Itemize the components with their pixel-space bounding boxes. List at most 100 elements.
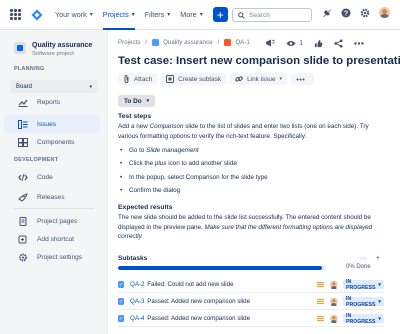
link-issue-label: Link issue — [247, 75, 276, 83]
breadcrumb-issue-key[interactable]: QA-1 — [235, 39, 249, 46]
status-dropdown[interactable]: To Do ▾ — [118, 95, 156, 107]
chevron-down-icon: ▾ — [199, 12, 203, 18]
board-select[interactable]: Board ▾ — [10, 80, 98, 93]
share-icon[interactable] — [334, 38, 343, 48]
subtask-row[interactable]: ✓ QA-2 Failed: Could not add new slide IN P… — [118, 277, 384, 293]
sidebar-item-label: Issues — [37, 120, 57, 128]
watch-button[interactable]: 1 — [286, 40, 303, 47]
test-steps-heading: Test steps — [118, 113, 152, 120]
subtask-icon — [166, 75, 175, 83]
sidebar-item-components[interactable]: Components — [4, 133, 100, 151]
page-icon — [19, 216, 27, 226]
priority-medium-icon — [317, 298, 325, 306]
watch-count: 1 — [299, 39, 303, 47]
issues-icon — [18, 119, 28, 129]
subtask-summary[interactable]: Failed: Could not add new slide — [147, 281, 250, 288]
link-issue-button[interactable]: Link issue ▾ — [230, 73, 288, 85]
search-icon — [238, 11, 245, 19]
nav-projects-label: Projects — [102, 10, 129, 19]
svg-text:?: ? — [344, 10, 348, 17]
project-mini-icon — [152, 39, 160, 46]
eye-icon — [286, 40, 296, 46]
chart-icon — [18, 99, 28, 107]
status-badge[interactable]: IN PROGRESS ▾ — [343, 313, 384, 325]
create-button[interactable]: + — [212, 7, 228, 22]
status-badge-label: IN PROGRESS — [346, 278, 376, 291]
subtask-summary[interactable]: Passed: Added new comparison slide — [147, 315, 250, 322]
sidebar-item-project-pages[interactable]: Project pages — [4, 212, 100, 230]
more-button[interactable] — [291, 73, 315, 85]
user-avatar[interactable] — [379, 7, 390, 18]
ship-icon — [18, 192, 28, 202]
breadcrumb: Projects / Quality assurance / QA-1 — [118, 39, 250, 46]
breadcrumb-project[interactable]: Quality assurance — [163, 39, 213, 46]
help-icon[interactable]: ? — [341, 8, 351, 18]
sidebar-item-reports[interactable]: Reports — [4, 93, 100, 111]
progress-fill — [118, 266, 322, 270]
subtask-type-icon: ✓ — [118, 315, 125, 322]
components-icon — [18, 137, 28, 147]
subtask-key[interactable]: QA-3 — [130, 298, 147, 305]
sidebar-item-add-shortcut[interactable]: Add shortcut — [4, 230, 100, 248]
notifications-icon[interactable] — [322, 8, 332, 18]
more-options-icon[interactable]: ··· — [360, 255, 367, 262]
subtasks-progress-bar — [118, 266, 326, 270]
test-steps-list: Go to Slide management Click the plus ic… — [118, 146, 268, 199]
project-header[interactable]: Quality assurance Software project — [14, 42, 92, 57]
link-icon — [235, 76, 243, 82]
gear-icon — [19, 253, 27, 261]
nav-more-label: More — [180, 10, 197, 19]
sidebar-item-releases[interactable]: Releases — [4, 188, 100, 206]
step-text: Confirm the dialog — [129, 186, 181, 194]
nav-filters[interactable]: Filters ▾ — [145, 0, 171, 30]
subtask-key[interactable]: QA-4 — [130, 315, 147, 322]
breadcrumb-projects[interactable]: Projects — [118, 39, 140, 46]
list-item: Click the plus icon to add another slide — [118, 159, 268, 172]
more-icon — [296, 78, 305, 80]
attach-button[interactable]: Attach — [118, 73, 158, 85]
sidebar-item-issues[interactable]: Issues — [4, 115, 100, 133]
create-subtask-button[interactable]: Create subtask — [161, 73, 227, 85]
project-type: Software project — [32, 51, 74, 57]
add-subtask-icon[interactable]: + — [376, 255, 380, 262]
list-item: Go to Slide management — [118, 146, 268, 159]
step-text: icon to add another slide — [166, 160, 237, 168]
status-label: To Do — [124, 97, 142, 105]
subtask-key[interactable]: QA-2 — [130, 281, 147, 288]
sidebar: Quality assurance Software project PLANN… — [0, 30, 108, 334]
like-icon[interactable] — [314, 39, 323, 48]
subtask-summary[interactable]: Passed: Added new comparison slide — [147, 298, 250, 305]
search-input[interactable]: Search — [232, 8, 312, 22]
issue-actions: 1 — [265, 38, 364, 48]
intro-emphasis: Comparison — [149, 123, 184, 130]
more-actions-icon[interactable] — [354, 41, 364, 45]
test-steps-intro: Add a new Comparison slide to the list o… — [118, 122, 386, 141]
settings-gear-icon[interactable] — [360, 8, 370, 18]
nav-more[interactable]: More ▾ — [180, 0, 202, 30]
issue-title[interactable]: Test case: Insert new comparison slide t… — [118, 55, 400, 67]
subtask-row[interactable]: ✓ QA-4 Passed: Added new comparison slide I… — [118, 311, 384, 327]
feedback-megaphone-icon[interactable] — [265, 38, 275, 48]
sidebar-item-label: Components — [37, 138, 75, 146]
nav-your-work[interactable]: Your work ▾ — [55, 0, 93, 30]
subtask-type-icon: ✓ — [118, 281, 125, 288]
section-planning: PLANNING — [14, 66, 45, 72]
status-badge[interactable]: IN PROGRESS ▾ — [343, 278, 384, 291]
step-text: In the popup, select Comparison for the … — [129, 173, 268, 181]
project-name: Quality assurance — [32, 42, 93, 49]
subtask-row[interactable]: ✓ QA-3 Passed: Added new comparison slide I… — [118, 294, 384, 310]
list-item: Confirm the dialog — [118, 186, 268, 199]
assignee-avatar — [330, 314, 339, 323]
sidebar-item-label: Project settings — [37, 253, 83, 261]
sidebar-item-label: Project pages — [37, 217, 78, 225]
nav-projects[interactable]: Projects ▾ — [102, 0, 135, 30]
sidebar-item-project-settings[interactable]: Project settings — [4, 248, 100, 266]
sidebar-item-code[interactable]: Code — [4, 168, 100, 186]
jira-logo-icon[interactable] — [31, 9, 43, 21]
status-badge-label: IN PROGRESS — [346, 295, 376, 308]
chevron-down-icon: ▾ — [131, 12, 135, 18]
app-switcher-icon[interactable] — [10, 8, 22, 21]
priority-medium-icon — [317, 281, 325, 289]
list-item: In the popup, select Comparison for the … — [118, 173, 268, 186]
status-badge[interactable]: IN PROGRESS ▾ — [343, 295, 384, 308]
